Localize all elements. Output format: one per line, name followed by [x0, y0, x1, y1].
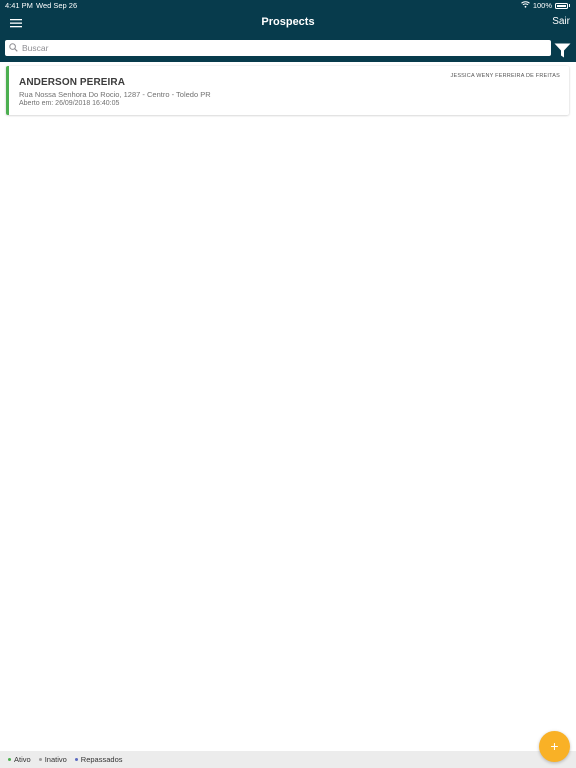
prospect-assignee: JESSICA WENY FERREIRA DE FREITAS: [450, 73, 560, 79]
plus-icon: +: [550, 738, 559, 754]
legend: Ativo Inativo Repassados: [8, 755, 123, 764]
battery-percentage: 100%: [532, 1, 552, 10]
legend-label: Inativo: [44, 755, 67, 764]
add-prospect-button[interactable]: +: [539, 731, 570, 762]
page-title: Prospects: [261, 16, 315, 28]
status-time: 4:41 PM: [5, 1, 33, 10]
search-input[interactable]: [22, 40, 542, 56]
legend-item-inativo: Inativo: [38, 755, 67, 764]
blue-dot-icon: [74, 758, 78, 761]
app-header: 4:41 PM Wed Sep 26 100% Prospects Sair: [0, 0, 576, 62]
filter-button[interactable]: [554, 43, 571, 63]
status-indicator-bar: [6, 66, 9, 115]
prospect-card[interactable]: ANDERSON PEREIRA JESSICA WENY FERREIRA D…: [6, 66, 569, 115]
legend-item-ativo: Ativo: [8, 755, 31, 764]
filter-funnel-icon: [554, 43, 571, 58]
prospect-name: ANDERSON PEREIRA: [19, 77, 126, 88]
status-bar: 4:41 PM Wed Sep 26 100%: [0, 0, 576, 12]
legend-item-repassados: Repassados: [74, 755, 123, 764]
status-indicators: 100%: [520, 1, 570, 10]
logout-button[interactable]: Sair: [552, 16, 570, 27]
legend-label: Repassados: [80, 755, 123, 764]
prospect-address: Rua Nossa Senhora Do Rocio, 1287 - Centr…: [19, 90, 211, 99]
prospect-opened-date: Aberto em: 26/09/2018 16:40:05: [19, 100, 120, 107]
green-dot-icon: [8, 758, 11, 761]
legend-label: Ativo: [14, 755, 31, 764]
search-bar[interactable]: [5, 40, 551, 56]
gray-dot-icon: [38, 758, 42, 761]
status-legend-bar: Ativo Inativo Repassados: [0, 751, 576, 768]
battery-icon: [555, 2, 568, 9]
search-icon: [9, 43, 18, 52]
status-date: Wed Sep 26: [36, 1, 78, 10]
wifi-icon: [520, 1, 530, 10]
